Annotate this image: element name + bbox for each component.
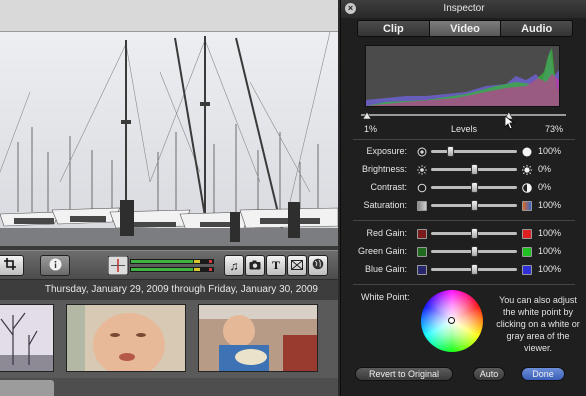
blue-high-swatch-icon [522, 265, 532, 275]
event-browser-footer [0, 378, 338, 396]
saturation-slider-thumb[interactable] [470, 200, 478, 211]
blue-gain-value: 100% [538, 264, 562, 274]
saturation-label: Saturation: [363, 200, 407, 210]
inspector-title: Inspector [443, 3, 485, 14]
green-gain-row: Green Gain: 100% [341, 245, 586, 259]
map-button[interactable] [308, 255, 328, 276]
mouse-pointer-icon [504, 115, 516, 130]
info-icon [49, 258, 62, 274]
divider [353, 220, 575, 221]
red-gain-value: 100% [538, 228, 562, 238]
exposure-high-icon [522, 147, 532, 157]
exposure-slider-thumb[interactable] [446, 146, 454, 157]
blue-gain-label: Blue Gain: [364, 264, 407, 274]
saturation-row: Saturation: 100% [341, 199, 586, 213]
levels-histogram [365, 45, 560, 107]
sun-small-icon [417, 165, 427, 175]
video-viewer[interactable] [0, 32, 338, 246]
viewer-top-bar [0, 0, 338, 32]
camera-icon [249, 259, 261, 273]
exposure-value: 100% [538, 146, 562, 156]
inspector-panel: × Inspector Clip Video Audio 1% Levels 7… [340, 0, 586, 396]
exposure-label: Exposure: [366, 146, 407, 156]
tab-audio[interactable]: Audio [501, 21, 572, 36]
blue-low-swatch-icon [417, 265, 427, 275]
exposure-low-icon [417, 147, 427, 157]
crop-icon [4, 258, 16, 273]
contrast-high-icon [522, 183, 532, 193]
contrast-row: Contrast: 0% [341, 181, 586, 195]
exposure-slider[interactable] [431, 146, 517, 157]
divider [353, 139, 575, 140]
red-gain-row: Red Gain: 100% [341, 227, 586, 241]
title-button[interactable]: T [266, 255, 286, 276]
title-t-icon: T [271, 258, 280, 272]
green-gain-slider[interactable] [431, 246, 517, 257]
saturation-low-icon [417, 201, 427, 211]
inspector-tabs: Clip Video Audio [357, 20, 573, 37]
photo-button[interactable] [245, 255, 265, 276]
inspector-title-bar[interactable]: × Inspector [341, 0, 586, 18]
clip-thumbnail-trees[interactable] [0, 304, 54, 372]
transition-icon [291, 259, 303, 273]
red-high-swatch-icon [522, 229, 532, 239]
green-gain-slider-thumb[interactable] [470, 246, 478, 257]
contrast-slider-thumb[interactable] [470, 182, 478, 193]
saturation-value: 100% [538, 200, 562, 210]
brightness-slider-thumb[interactable] [470, 164, 478, 175]
music-button[interactable]: ♫ [224, 255, 244, 276]
globe-icon [312, 258, 324, 273]
done-button[interactable]: Done [521, 367, 565, 381]
marina-frame-image [0, 32, 338, 246]
exposure-row: Exposure: 100% [341, 145, 586, 159]
tab-video[interactable]: Video [429, 21, 502, 36]
levels-max-value: 73% [545, 124, 564, 134]
contrast-label: Contrast: [370, 182, 407, 192]
event-browser [0, 300, 338, 396]
sun-large-icon [522, 165, 532, 175]
contrast-low-icon [417, 183, 427, 193]
partial-thumbnail [0, 380, 54, 396]
green-low-swatch-icon [417, 247, 427, 257]
green-gain-label: Green Gain: [357, 246, 407, 256]
music-note-icon: ♫ [229, 258, 239, 273]
white-point-color-wheel[interactable] [421, 290, 483, 352]
editing-toolbar: ♫ T [0, 250, 338, 280]
event-date-range: Thursday, January 29, 2009 through Frida… [44, 284, 318, 295]
tab-clip[interactable]: Clip [358, 21, 430, 36]
event-date-bar: Thursday, January 29, 2009 through Frida… [0, 280, 338, 300]
saturation-slider[interactable] [431, 200, 517, 211]
audio-level-meter [107, 255, 218, 276]
green-gain-value: 100% [538, 246, 562, 256]
blue-gain-row: Blue Gain: 100% [341, 263, 586, 277]
transition-button[interactable] [287, 255, 307, 276]
brightness-row: Brightness: 0% [341, 163, 586, 177]
white-point-marker[interactable] [448, 317, 455, 324]
revert-to-original-button[interactable]: Revert to Original [355, 367, 453, 381]
auto-button[interactable]: Auto [473, 367, 505, 381]
red-gain-slider[interactable] [431, 228, 517, 239]
contrast-slider[interactable] [431, 182, 517, 193]
imovie-window: ♫ T Thursday, January 29, 2009 through F… [0, 0, 338, 396]
contrast-value: 0% [538, 182, 552, 192]
screen: ♫ T Thursday, January 29, 2009 through F… [0, 0, 586, 396]
blue-gain-slider[interactable] [431, 264, 517, 275]
white-point-label: White Point: [361, 292, 410, 302]
brightness-slider[interactable] [431, 164, 517, 175]
red-gain-label: Red Gain: [366, 228, 407, 238]
levels-slider[interactable] [361, 111, 566, 120]
saturation-high-icon [522, 201, 532, 211]
red-gain-slider-thumb[interactable] [470, 228, 478, 239]
clip-thumbnail-baby-1[interactable] [66, 304, 186, 372]
divider [353, 284, 575, 285]
clip-thumbnail-baby-2[interactable] [198, 304, 318, 372]
inspector-button[interactable] [40, 255, 70, 276]
white-point-help-text: You can also adjust the white point by c… [496, 295, 580, 353]
brightness-label: Brightness: [361, 164, 407, 174]
green-high-swatch-icon [522, 247, 532, 257]
blue-gain-slider-thumb[interactable] [470, 264, 478, 275]
red-low-swatch-icon [417, 229, 427, 239]
brightness-value: 0% [538, 164, 552, 174]
crop-button[interactable] [0, 255, 24, 276]
